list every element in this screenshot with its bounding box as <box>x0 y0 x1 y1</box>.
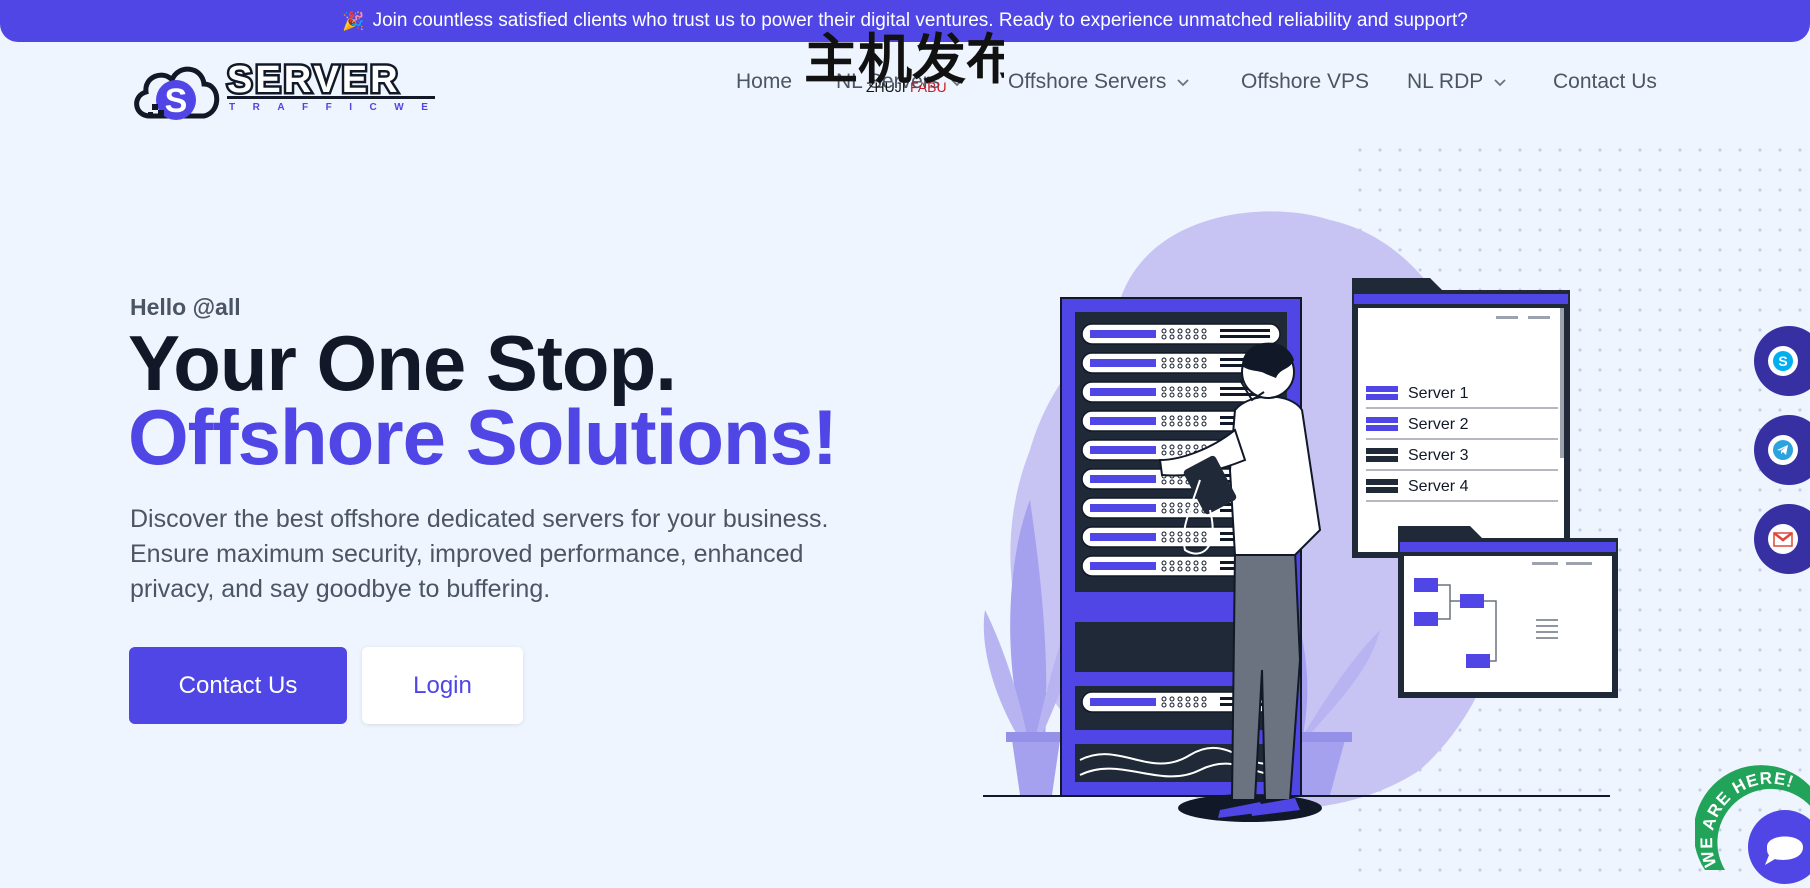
svg-text:S: S <box>1778 353 1787 369</box>
contact-us-button[interactable]: Contact Us <box>129 647 347 724</box>
nav-nl-rdp[interactable]: NL RDP <box>1407 70 1507 94</box>
server-list-window: Server 1 Server 2 Server 3 Server 4 <box>1352 278 1570 558</box>
svg-text:FABU: FABU <box>910 79 947 95</box>
nav-offshore-servers[interactable]: Offshore Servers <box>1008 70 1190 94</box>
server-1-label: Server 1 <box>1408 385 1469 402</box>
nav-offshore-servers-label: Offshore Servers <box>1008 70 1167 93</box>
nav-offshore-vps[interactable]: Offshore VPS <box>1241 70 1369 94</box>
gmail-icon <box>1768 524 1798 554</box>
login-button[interactable]: Login <box>362 647 523 724</box>
nav-offshore-vps-label: Offshore VPS <box>1241 70 1370 93</box>
svg-text:ZHUJI: ZHUJI <box>866 79 906 95</box>
party-popper-icon: 🎉 <box>342 10 365 31</box>
nav-home-label: Home <box>736 70 793 93</box>
hero-description: Discover the best offshore dedicated ser… <box>130 505 829 603</box>
chevron-down-icon <box>1494 79 1506 87</box>
announcement-text: Join countless satisfied clients who tru… <box>372 10 1468 31</box>
network-diagram-window <box>1398 526 1618 698</box>
nav-home[interactable]: Home <box>736 70 792 94</box>
hero-headline-primary: Your One Stop. <box>128 319 677 407</box>
server-4-label: Server 4 <box>1408 478 1469 495</box>
rack-unit <box>1081 323 1281 345</box>
skype-icon: S <box>1768 346 1798 376</box>
hero-greeting: Hello @all <box>130 294 241 320</box>
nav-contact-us[interactable]: Contact Us <box>1553 70 1657 94</box>
chevron-down-icon <box>1177 79 1189 87</box>
hero-illustration: Server 1 Server 2 Server 3 Server 4 <box>983 211 1618 822</box>
server-2-label: Server 2 <box>1408 416 1469 433</box>
hero-headline-accent: Offshore Solutions! <box>128 393 838 481</box>
watermark-logo: 主机发布 ZHUJI FABU <box>804 30 1004 95</box>
nav-contact-us-label: Contact Us <box>1553 70 1657 93</box>
nav-nl-rdp-label: NL RDP <box>1407 70 1484 93</box>
live-chat-widget[interactable]: WE ARE HERE! <box>1695 765 1810 888</box>
server-3-label: Server 3 <box>1408 447 1469 464</box>
telegram-icon <box>1768 435 1798 465</box>
